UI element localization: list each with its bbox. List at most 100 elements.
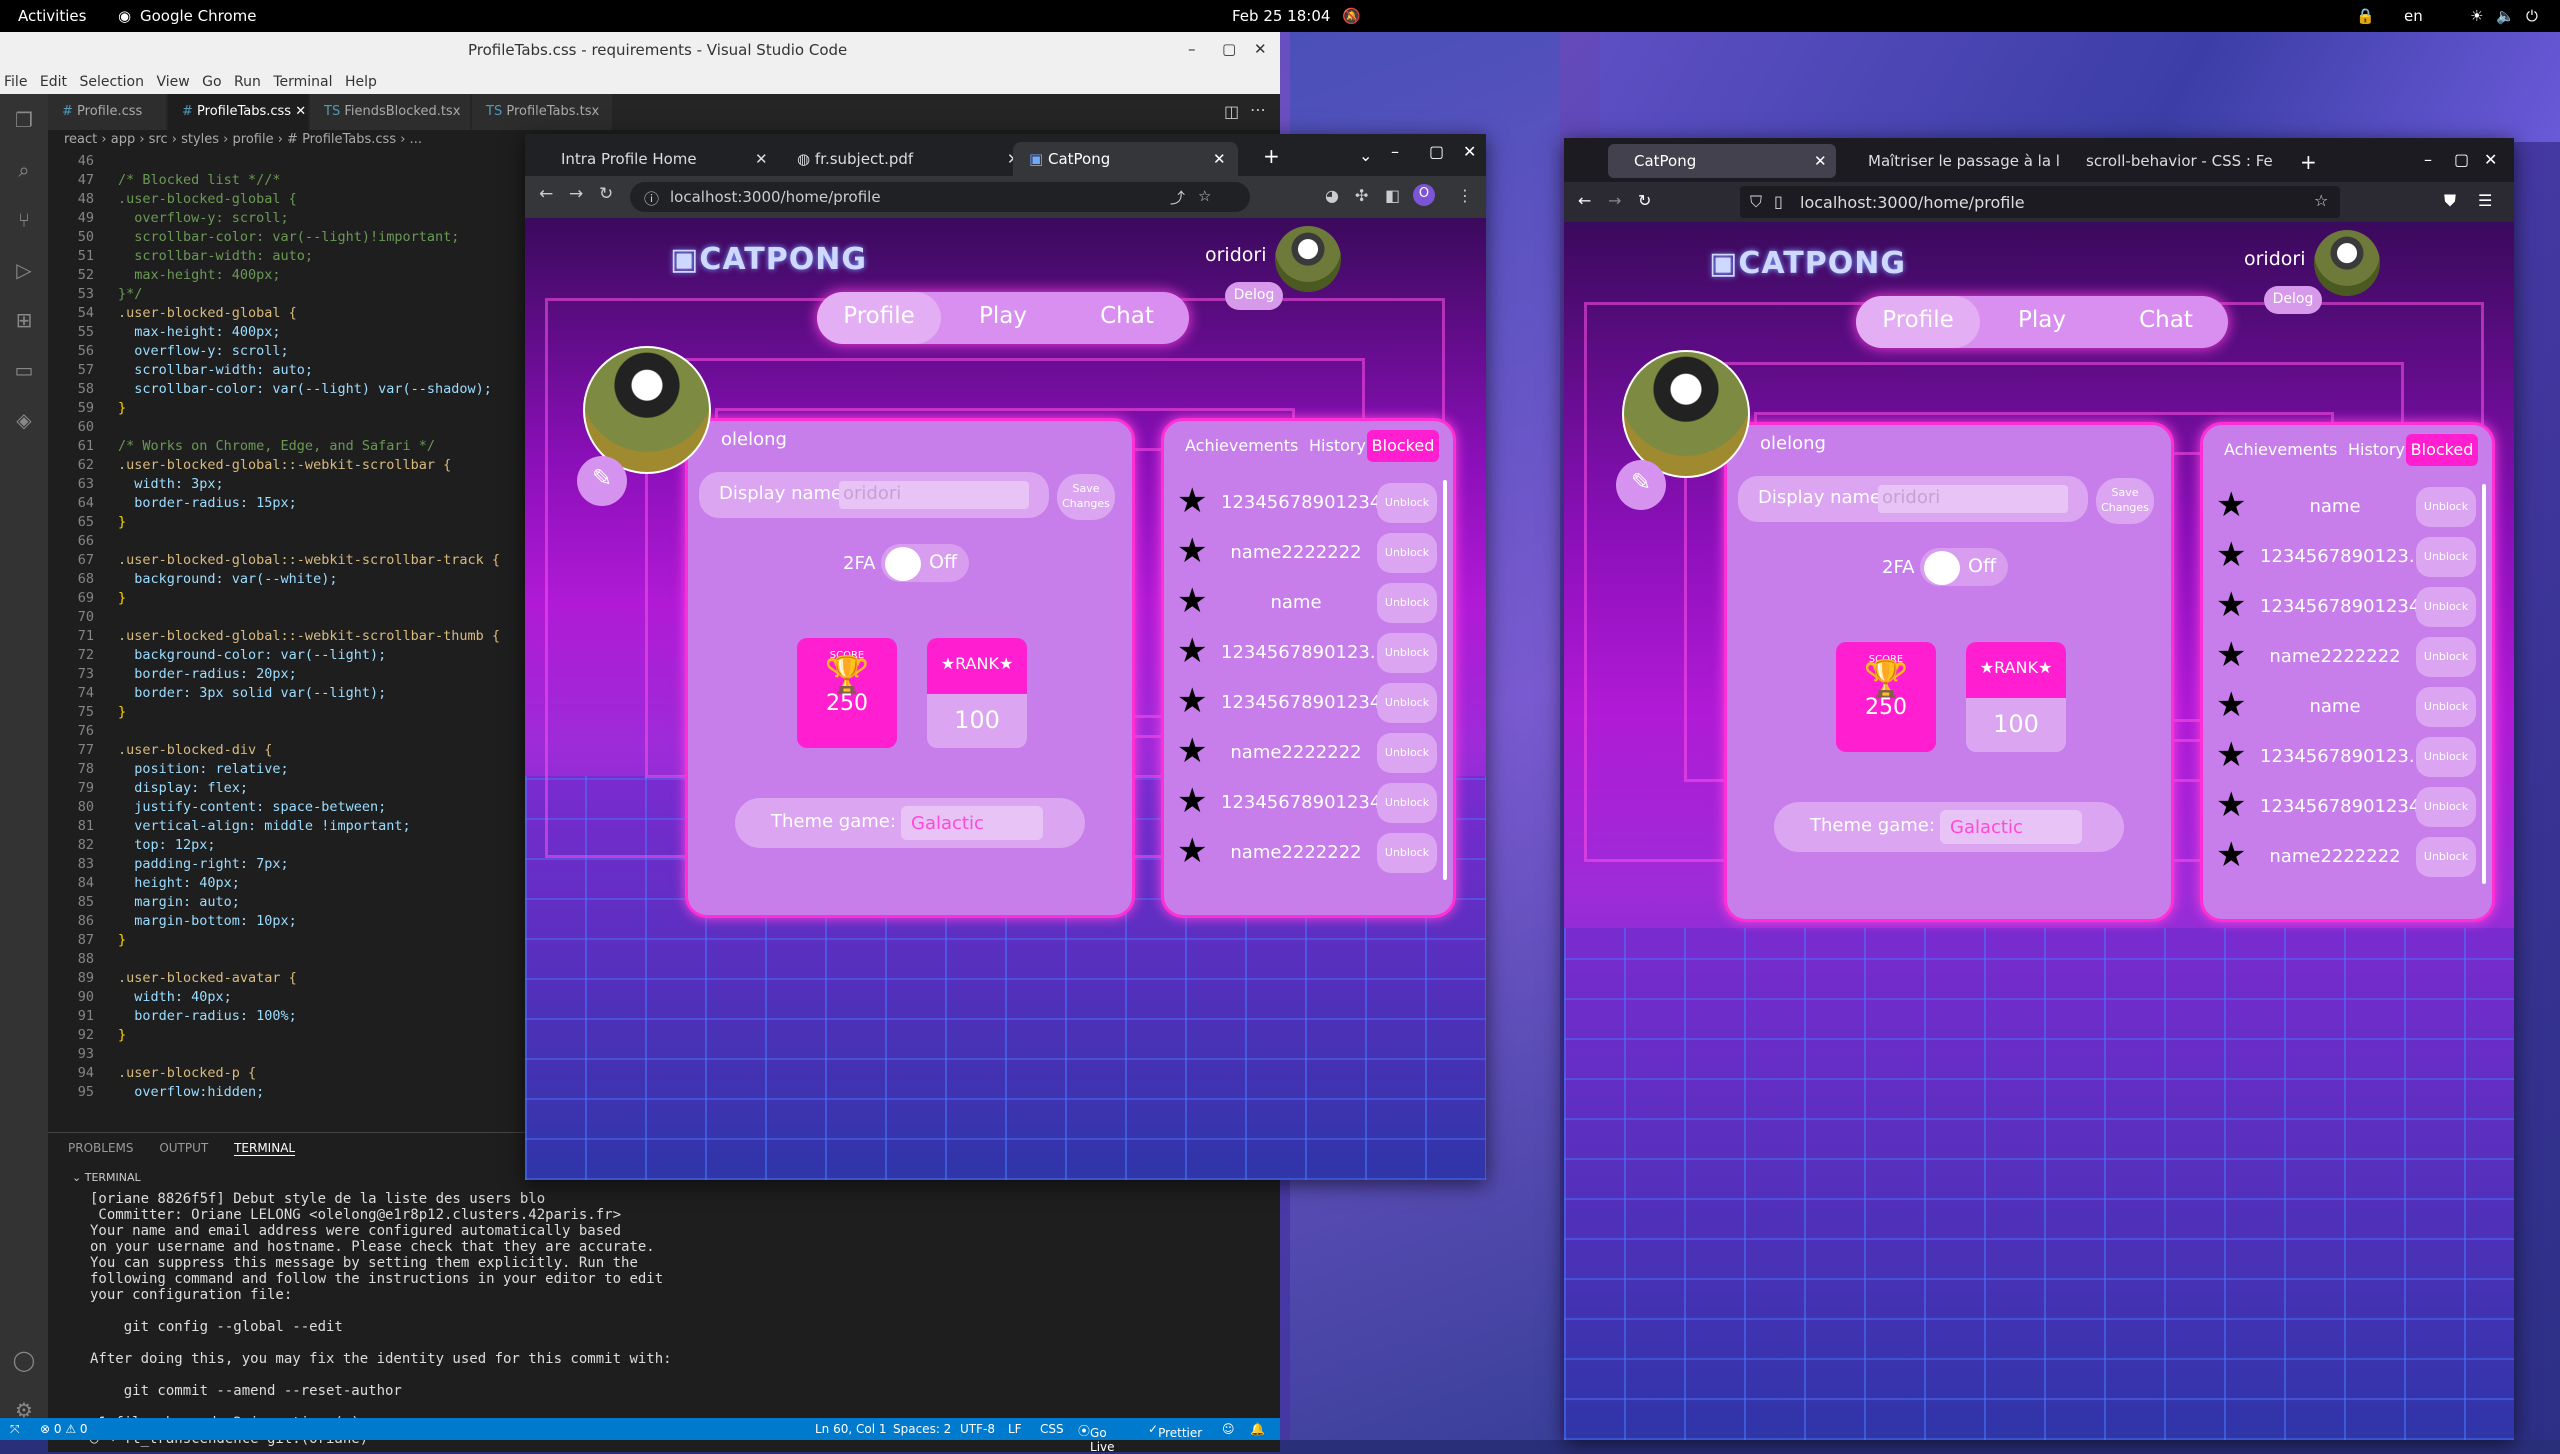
terminal-output[interactable]: [oriane 8826f5f] Debut style de la liste… <box>90 1191 1270 1447</box>
forward-icon[interactable]: → <box>569 184 583 204</box>
save-changes-button[interactable]: Save Changes <box>1057 474 1115 520</box>
power-icon[interactable]: ⏻ <box>2526 7 2538 25</box>
unblock-button[interactable]: Unblock <box>1377 633 1437 673</box>
unblock-button[interactable]: Unblock <box>2416 637 2476 677</box>
nav-chat[interactable]: Chat <box>2104 296 2228 348</box>
minimize-button[interactable]: – <box>1188 40 1196 58</box>
edit-avatar-pencil-icon[interactable]: ✎ <box>1616 460 1666 510</box>
save-changes-button[interactable]: Save Changes <box>2096 478 2154 524</box>
maximize-button[interactable]: ▢ <box>2454 150 2469 169</box>
close-button[interactable]: ✕ <box>1254 40 1267 58</box>
delog-button[interactable]: Delog <box>1225 282 1283 310</box>
maximize-button[interactable]: ▢ <box>1429 142 1444 161</box>
nav-chat[interactable]: Chat <box>1065 292 1189 344</box>
cursor-position[interactable]: Ln 60, Col 1 <box>815 1422 887 1436</box>
menu-item[interactable]: View <box>152 70 193 90</box>
line-ending[interactable]: LF <box>1008 1422 1022 1436</box>
extensions-icon[interactable]: ⊞ <box>12 308 36 332</box>
header-avatar[interactable] <box>2314 230 2380 296</box>
tab-catpong[interactable]: ▣ CatPong ✕ <box>1013 142 1238 176</box>
more-actions-icon[interactable]: ⋯ <box>1250 100 1266 119</box>
unblock-button[interactable]: Unblock <box>2416 587 2476 627</box>
docker-icon[interactable]: ◈ <box>12 408 36 432</box>
chrome-menu-icon[interactable]: ⋮ <box>1457 186 1473 205</box>
tab-history[interactable]: History <box>1309 436 1366 455</box>
tab-problems[interactable]: PROBLEMS <box>68 1141 134 1155</box>
unblock-button[interactable]: Unblock <box>2416 737 2476 777</box>
go-live-button[interactable]: ⦿ Go Live <box>1078 1422 1115 1454</box>
extensions-puzzle-icon[interactable]: ✣ <box>1355 186 1368 205</box>
tab-subject-pdf[interactable]: ◍ fr.subject.pdf✕ <box>781 142 1031 176</box>
side-panel-icon[interactable]: ◧ <box>1385 186 1400 205</box>
tab-history[interactable]: History <box>2348 440 2405 459</box>
tab-blocked[interactable]: Blocked <box>2406 434 2478 466</box>
catpong-logo[interactable]: ▣CATPONG <box>1709 246 1906 281</box>
menu-item[interactable]: Edit <box>36 70 71 90</box>
tab-output[interactable]: OUTPUT <box>159 1141 208 1155</box>
menu-item[interactable]: Go <box>198 70 225 90</box>
menu-item[interactable]: Selection <box>75 70 148 90</box>
nav-play[interactable]: Play <box>941 292 1065 344</box>
tab-profile-css[interactable]: # Profile.css <box>48 94 166 130</box>
search-icon[interactable]: ⌕ <box>12 158 36 182</box>
close-button[interactable]: ✕ <box>1463 142 1476 161</box>
code-editor[interactable]: 46 47 /* Blocked list *//* 48 .user-blocked-… <box>48 152 528 1132</box>
tab-scroll-behavior[interactable]: scroll-behavior - CSS : Fe <box>2060 144 2300 178</box>
unblock-button[interactable]: Unblock <box>2416 537 2476 577</box>
minimize-button[interactable]: – <box>2424 150 2432 169</box>
bookmark-star-icon[interactable]: ☆ <box>1198 187 1211 205</box>
tab-fiendsblocked-tsx[interactable]: TS FiendsBlocked.tsx <box>310 94 470 130</box>
tab-blocked[interactable]: Blocked <box>1367 430 1439 462</box>
catpong-logo[interactable]: ▣CATPONG <box>670 242 867 277</box>
remote-icon[interactable]: ▭ <box>12 358 36 382</box>
edit-avatar-pencil-icon[interactable]: ✎ <box>577 456 627 506</box>
run-debug-icon[interactable]: ▷ <box>12 258 36 282</box>
terminal-section-header[interactable]: ⌄ TERMINAL <box>72 1171 141 1184</box>
shield-icon[interactable]: ⛉ <box>1750 192 1762 212</box>
menu-item[interactable]: Run <box>230 70 265 90</box>
unblock-button[interactable]: Unblock <box>1377 583 1437 623</box>
nav-profile[interactable]: Profile <box>1856 296 1980 348</box>
remote-indicator[interactable]: ⤧ <box>10 1422 20 1437</box>
tab-intra-profile-home[interactable]: Intra Profile Home ✕ <box>545 142 775 176</box>
split-editor-icon[interactable]: ◫ <box>1224 102 1239 121</box>
tab-profiletabs-css[interactable]: # ProfileTabs.css ✕ <box>168 94 308 130</box>
hamburger-menu-icon[interactable]: ☰ <box>2478 191 2492 210</box>
encoding[interactable]: UTF-8 <box>960 1422 995 1436</box>
menu-item[interactable]: Help <box>341 70 381 90</box>
tab-terminal[interactable]: TERMINAL <box>234 1141 296 1156</box>
bookmark-star-icon[interactable]: ☆ <box>2314 191 2328 210</box>
unblock-button[interactable]: Unblock <box>1377 533 1437 573</box>
app-name[interactable]: Google Chrome <box>140 7 257 25</box>
share-icon[interactable]: ⤴ <box>1170 187 1185 208</box>
display-name-input[interactable]: oridori <box>839 481 1029 509</box>
reload-icon[interactable]: ↻ <box>599 184 613 204</box>
minimize-button[interactable]: – <box>1391 142 1399 161</box>
account-icon[interactable]: ◯ <box>12 1348 36 1372</box>
header-avatar[interactable] <box>1275 226 1341 292</box>
unblock-button[interactable]: Unblock <box>1377 833 1437 873</box>
explorer-icon[interactable]: ❐ <box>12 108 36 132</box>
theme-select[interactable]: Galactic <box>1940 810 2082 844</box>
2fa-toggle[interactable]: Off <box>1920 548 2008 586</box>
source-control-icon[interactable]: ⑂ <box>12 208 36 232</box>
unblock-button[interactable]: Unblock <box>1377 483 1437 523</box>
menu-item[interactable]: Terminal <box>269 70 336 90</box>
maximize-button[interactable]: ▢ <box>1222 40 1236 58</box>
tab-achievements[interactable]: Achievements <box>1185 436 1298 455</box>
close-button[interactable]: ✕ <box>2484 150 2497 169</box>
scrollbar[interactable] <box>1443 480 1447 880</box>
forward-icon[interactable]: → <box>1608 191 1621 210</box>
unblock-button[interactable]: Unblock <box>2416 837 2476 877</box>
address-bar[interactable]: ⛉ ▯ localhost:3000/home/profile ☆ <box>1740 186 2340 218</box>
unblock-button[interactable]: Unblock <box>1377 733 1437 773</box>
unblock-button[interactable]: Unblock <box>1377 783 1437 823</box>
2fa-toggle[interactable]: Off <box>881 544 969 582</box>
reload-icon[interactable]: ↻ <box>1638 191 1651 210</box>
nav-play[interactable]: Play <box>1980 296 2104 348</box>
delog-button[interactable]: Delog <box>2264 286 2322 314</box>
scrollbar[interactable] <box>2482 484 2486 884</box>
notifications-bell-icon[interactable]: 🔔 <box>1250 1422 1265 1436</box>
unblock-button[interactable]: Unblock <box>2416 687 2476 727</box>
theme-select[interactable]: Galactic <box>901 806 1043 840</box>
